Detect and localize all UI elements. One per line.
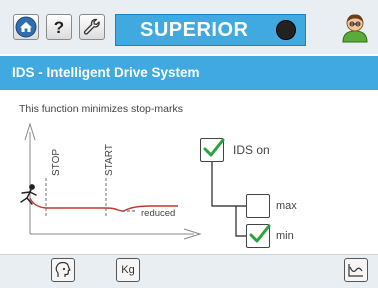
weight-button[interactable]: Kg xyxy=(116,258,140,282)
max-label: max xyxy=(276,200,297,212)
checkmark-icon xyxy=(249,224,271,243)
checkmark-icon xyxy=(203,138,225,157)
weight-label: Kg xyxy=(121,264,135,276)
ids-on-checkbox[interactable] xyxy=(200,138,225,162)
min-checkbox[interactable] xyxy=(246,224,271,248)
curve-chart-icon xyxy=(348,264,363,277)
max-checkbox[interactable] xyxy=(246,194,270,218)
ids-on-label: IDS on xyxy=(233,143,270,157)
min-label: min xyxy=(276,230,294,242)
head-profile-icon xyxy=(55,261,71,277)
head-profile-button[interactable] xyxy=(51,258,75,282)
options-connector xyxy=(211,161,246,237)
curve-chart-button[interactable] xyxy=(344,258,368,282)
